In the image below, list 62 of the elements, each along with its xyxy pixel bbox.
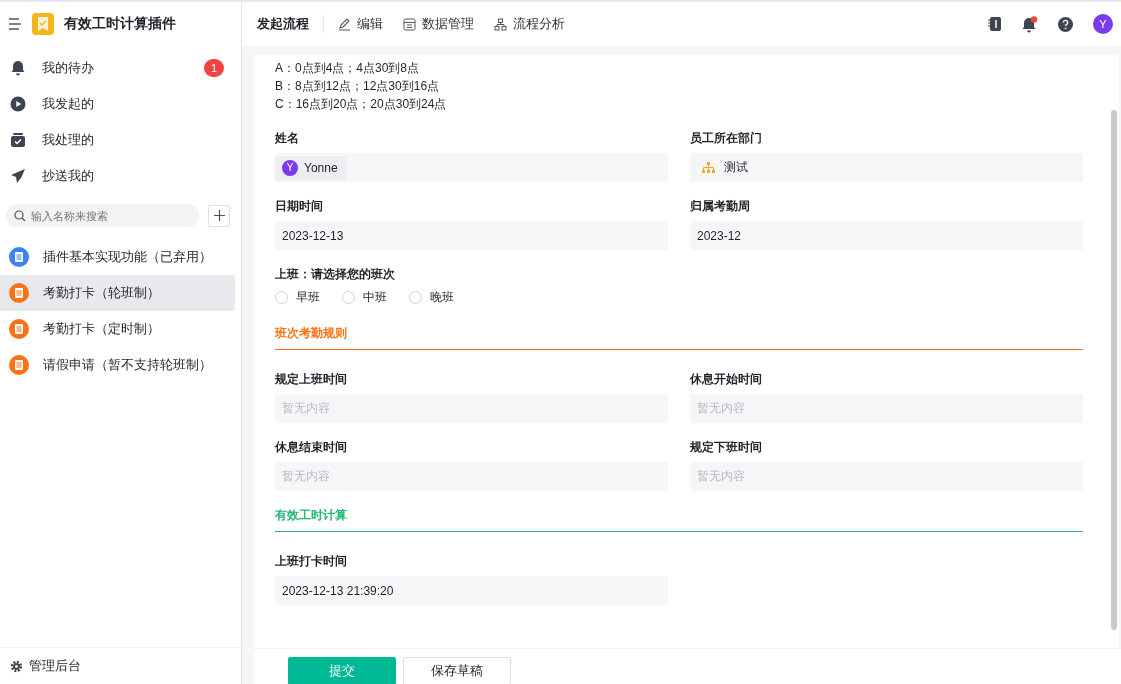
radio-option[interactable]: 早班 xyxy=(275,289,320,306)
field-label: 归属考勤周 xyxy=(690,198,751,215)
field-label: 日期时间 xyxy=(275,198,324,215)
user-avatar: Y xyxy=(282,159,298,176)
field-label: 休息结束时间 xyxy=(275,439,348,456)
nav-item[interactable]: 我发起的 xyxy=(0,86,241,122)
table-icon xyxy=(403,17,416,31)
pen-icon xyxy=(338,17,351,31)
input-field[interactable]: 2023-12-13 21:39:20 xyxy=(275,576,668,605)
help-icon[interactable] xyxy=(1058,16,1073,32)
app-item[interactable]: 考勤打卡（定时制） xyxy=(0,311,235,347)
person-name: Yonne xyxy=(304,160,338,175)
plus-icon xyxy=(213,210,225,221)
admin-link[interactable]: 管理后台 xyxy=(0,647,241,684)
app-logo-icon xyxy=(32,13,54,35)
nav-item[interactable]: 我的待办 1 xyxy=(0,50,241,86)
toolbar-button[interactable]: 发起流程 xyxy=(257,15,309,33)
section-title: 有效工时计算 xyxy=(275,508,347,522)
app-title: 有效工时计算插件 xyxy=(64,15,176,33)
menu-icon[interactable] xyxy=(8,18,22,30)
hierarchy-icon xyxy=(494,17,507,31)
field-label: 规定上班时间 xyxy=(275,371,348,388)
search-field[interactable]: 输入名称来搜索 xyxy=(6,204,199,227)
app-item[interactable]: 请假申请（暂不支持轮班制） xyxy=(0,347,235,383)
rule-text: A：0点到4点；4点30到8点 xyxy=(275,60,421,77)
save-draft-button[interactable]: 保存草稿 xyxy=(403,657,511,684)
input-field[interactable]: 2023-12 xyxy=(690,221,1083,250)
play-icon xyxy=(10,96,26,112)
toolbar-button[interactable]: 编辑 xyxy=(338,15,383,33)
toolbar-button[interactable]: 流程分析 xyxy=(494,15,565,33)
bell-icon xyxy=(10,60,26,76)
field-label: 休息开始时间 xyxy=(690,371,763,388)
user-avatar[interactable]: Y xyxy=(1093,14,1113,34)
app-item[interactable]: 考勤打卡（轮班制） xyxy=(0,275,235,311)
bell-icon[interactable] xyxy=(1022,15,1038,33)
nav-item[interactable]: 抄送我的 xyxy=(0,158,241,194)
field-label: 上班打卡时间 xyxy=(275,553,348,570)
add-button[interactable] xyxy=(208,204,230,227)
inbox-check-icon xyxy=(10,132,26,148)
nav-item[interactable]: 我处理的 xyxy=(0,122,241,158)
field-label: 员工所在部门 xyxy=(690,130,763,147)
count-badge: 1 xyxy=(204,59,224,77)
rule-text: B：8点到12点；12点30到16点 xyxy=(275,78,441,95)
search-icon xyxy=(14,209,26,222)
radio-option[interactable]: 晚班 xyxy=(409,289,454,306)
person-field[interactable]: Y Yonne xyxy=(275,153,668,182)
org-chart-icon xyxy=(702,161,715,174)
app-item[interactable]: 插件基本实现功能（已弃用） xyxy=(0,239,235,275)
field-label: 规定下班时间 xyxy=(690,439,763,456)
section-title: 班次考勤规则 xyxy=(275,326,347,340)
input-field[interactable]: 2023-12-13 xyxy=(275,221,668,250)
send-icon xyxy=(10,168,26,184)
gear-icon xyxy=(10,659,23,673)
radio-option[interactable]: 中班 xyxy=(342,289,387,306)
toolbar-button[interactable]: 数据管理 xyxy=(403,15,474,33)
department-field[interactable]: 测试 xyxy=(690,153,1083,182)
department-name: 测试 xyxy=(724,159,748,176)
notebook-icon[interactable] xyxy=(988,16,1002,32)
rule-text: C：16点到20点；20点30到24点 xyxy=(275,96,448,113)
search-input[interactable]: 输入名称来搜索 xyxy=(31,204,191,227)
field-label: 上班：请选择您的班次 xyxy=(275,266,396,283)
field-label: 姓名 xyxy=(275,130,300,147)
